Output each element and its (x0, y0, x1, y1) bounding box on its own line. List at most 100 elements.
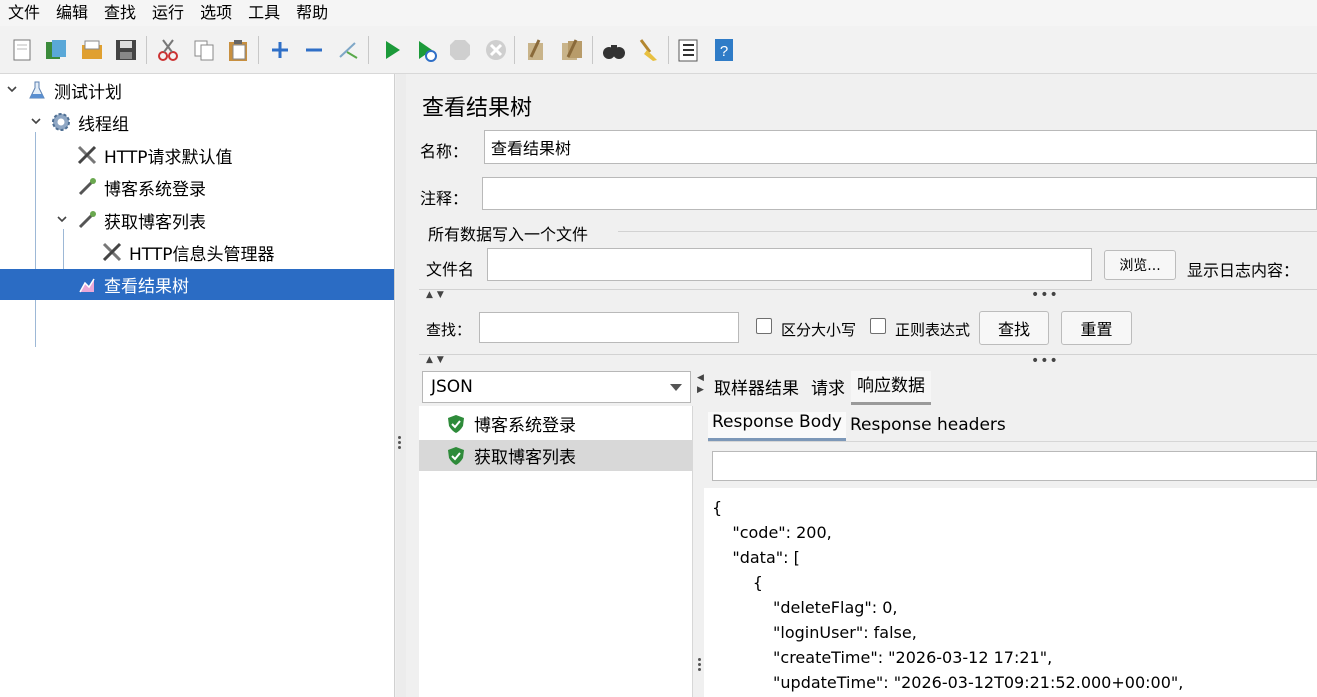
tree-node-label: HTTP信息头管理器 (129, 244, 275, 265)
function-helper-icon[interactable] (674, 36, 702, 64)
tab-sampler-result[interactable]: 取样器结果 (708, 374, 805, 405)
list-item[interactable]: 博客系统登录 (419, 408, 693, 439)
search-icon[interactable] (600, 36, 628, 64)
collapse-toggle-icon[interactable] (55, 212, 69, 226)
copy-icon[interactable] (190, 36, 218, 64)
list-item-label: 博客系统登录 (474, 416, 576, 436)
help-icon[interactable]: ? (710, 36, 738, 64)
splitter-dots-icon[interactable]: ••• (1031, 288, 1059, 302)
tab-response-data[interactable]: 响应数据 (851, 371, 931, 405)
vertical-splitter[interactable] (396, 74, 406, 697)
json-line: { (712, 498, 723, 517)
chevron-down-icon (670, 384, 682, 391)
comment-label: 注释： (420, 189, 469, 208)
success-shield-icon (448, 414, 464, 433)
templates-icon[interactable] (42, 36, 70, 64)
collapse-toggle-icon[interactable] (29, 114, 43, 128)
start-no-timers-icon[interactable] (412, 36, 440, 64)
collapse-icon[interactable] (300, 36, 328, 64)
sampler-icon (76, 176, 98, 198)
stop-icon[interactable] (446, 36, 474, 64)
tree-node-results-tree[interactable]: 查看结果树 (0, 269, 394, 300)
success-shield-icon (448, 446, 464, 465)
file-section-title: 所有数据写入一个文件 (428, 225, 589, 244)
renderer-select-value: JSON (431, 377, 473, 397)
comment-field[interactable] (482, 177, 1317, 210)
tree-node-http-defaults[interactable]: HTTP请求默认值 (76, 140, 233, 170)
search-input[interactable] (479, 312, 739, 343)
response-search-field[interactable] (712, 451, 1317, 481)
menu-tools[interactable]: 工具 (240, 0, 288, 26)
browse-button[interactable]: 浏览... (1104, 250, 1176, 280)
response-body-text[interactable]: { "code": 200, "data": [ { "deleteFlag":… (704, 488, 1317, 697)
splitter-dots-icon[interactable]: ••• (1031, 354, 1059, 368)
list-item[interactable]: 获取博客列表 (419, 440, 693, 471)
find-button[interactable]: 查找 (979, 311, 1049, 345)
name-label: 名称： (420, 142, 469, 161)
collapse-arrows-icon[interactable]: ◀ ▶ (697, 372, 704, 396)
tree-node-label: 测试计划 (54, 82, 122, 103)
test-plan-tree: 测试计划 线程组 HTTP请求默认值 博客系统登录 获取博客列表 HTTP信息头… (0, 74, 395, 697)
menu-options[interactable]: 选项 (192, 0, 240, 26)
reset-search-icon[interactable] (634, 36, 662, 64)
sample-result-list: 博客系统登录 获取博客列表 (419, 406, 693, 697)
tree-node-label: 线程组 (78, 114, 129, 135)
tree-node-thread-group[interactable]: 线程组 (50, 107, 129, 137)
config-element-icon (76, 144, 98, 166)
menu-search[interactable]: 查找 (96, 0, 144, 26)
svg-text:?: ? (720, 43, 728, 60)
filename-label: 文件名 (426, 260, 475, 279)
splitter-grip-icon[interactable] (698, 658, 702, 673)
splitter-arrows-icon[interactable]: ▲▼ (426, 290, 448, 300)
sampler-icon (76, 209, 98, 231)
tree-node-blog-list[interactable]: 获取博客列表 (76, 205, 206, 235)
splitter-grip-icon[interactable] (398, 436, 402, 452)
menu-file[interactable]: 文件 (0, 0, 48, 26)
menu-run[interactable]: 运行 (144, 0, 192, 26)
tree-node-header-manager[interactable]: HTTP信息头管理器 (101, 237, 275, 267)
thread-group-icon (50, 111, 72, 133)
paste-icon[interactable] (224, 36, 252, 64)
regex-label: 正则表达式 (895, 321, 971, 339)
json-line: "code": 200, (712, 523, 832, 542)
renderer-select[interactable]: JSON (422, 371, 691, 403)
regex-checkbox[interactable] (870, 318, 886, 334)
config-element-icon (101, 241, 123, 263)
list-item-label: 获取博客列表 (474, 448, 576, 468)
save-icon[interactable] (112, 36, 140, 64)
tree-node-blog-login[interactable]: 博客系统登录 (76, 172, 206, 202)
start-icon[interactable] (378, 36, 406, 64)
tree-node-test-plan[interactable]: 测试计划 (26, 75, 122, 105)
clear-all-icon[interactable] (558, 36, 586, 64)
toggle-icon[interactable] (334, 36, 362, 64)
result-tabs: 取样器结果 请求 响应数据 (708, 371, 931, 405)
tree-node-label: 博客系统登录 (104, 179, 206, 200)
toolbar: ? (0, 26, 1317, 74)
new-icon[interactable] (8, 36, 36, 64)
tree-node-label: 查看结果树 (104, 277, 189, 297)
open-icon[interactable] (78, 36, 106, 64)
tree-node-label: HTTP请求默认值 (104, 147, 233, 168)
collapse-toggle-icon[interactable] (5, 82, 19, 96)
reset-button[interactable]: 重置 (1061, 311, 1132, 345)
tab-response-body[interactable]: Response Body (708, 412, 846, 441)
shutdown-icon[interactable] (482, 36, 510, 64)
cut-icon[interactable] (154, 36, 182, 64)
clear-icon[interactable] (522, 36, 550, 64)
name-field[interactable]: 查看结果树 (484, 130, 1317, 164)
filename-field[interactable] (487, 248, 1092, 281)
splitter-arrows-icon[interactable]: ▲▼ (426, 355, 448, 365)
tree-node-label: 获取博客列表 (104, 212, 206, 233)
json-line: "createTime": "2026-03-12 17:21", (712, 648, 1053, 667)
menu-edit[interactable]: 编辑 (48, 0, 96, 26)
page-title: 查看结果树 (422, 96, 533, 121)
tab-request[interactable]: 请求 (805, 374, 851, 405)
case-sensitive-checkbox[interactable] (756, 318, 772, 334)
tab-response-headers[interactable]: Response headers (846, 415, 1010, 441)
test-plan-icon (26, 79, 48, 101)
menu-help[interactable]: 帮助 (288, 0, 336, 26)
json-line: "loginUser": false, (712, 623, 917, 642)
expand-icon[interactable] (266, 36, 294, 64)
response-subtabs: Response Body Response headers (708, 408, 1317, 442)
listener-icon (76, 274, 98, 296)
